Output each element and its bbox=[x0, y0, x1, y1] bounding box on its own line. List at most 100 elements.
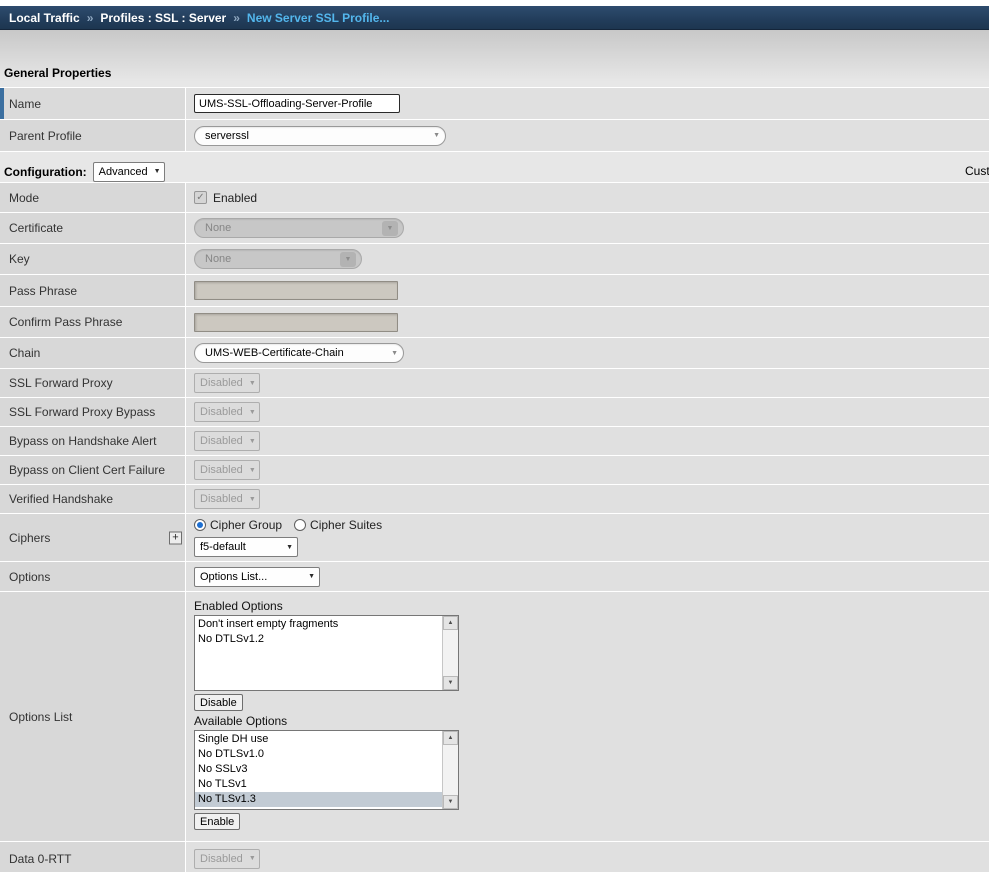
scroll-down-icon[interactable]: ▼ bbox=[443, 676, 458, 690]
available-options-items: Single DH useNo DTLSv1.0No SSLv3No TLSv1… bbox=[195, 731, 442, 809]
enabled-options-listbox[interactable]: Don't insert empty fragmentsNo DTLSv1.2 … bbox=[194, 615, 459, 691]
scroll-up-icon[interactable]: ▲ bbox=[443, 731, 458, 745]
bypass-on-client-cert-failure-select: Disabled ▼ bbox=[194, 460, 260, 480]
chevron-down-icon: ▼ bbox=[249, 496, 256, 503]
breadcrumb-separator: » bbox=[87, 11, 94, 25]
configuration-label: Configuration: bbox=[4, 165, 87, 179]
listbox-option[interactable]: No SSLv3 bbox=[195, 762, 442, 777]
options-cell: Options List... ▼ bbox=[186, 562, 989, 591]
bypass-on-handshake-alert-select: Disabled ▼ bbox=[194, 431, 260, 451]
chain-cell: UMS-WEB-Certificate-Chain ▼ bbox=[186, 338, 989, 368]
configuration-view-select[interactable]: Advanced ▼ bbox=[93, 162, 165, 182]
chain-select[interactable]: UMS-WEB-Certificate-Chain ▼ bbox=[194, 343, 404, 363]
name-cell bbox=[186, 88, 989, 119]
parent-profile-cell: serverssl ▼ bbox=[186, 120, 989, 151]
chevron-down-icon: ▼ bbox=[154, 168, 161, 175]
ssl-forward-proxy-value: Disabled bbox=[200, 377, 243, 389]
options-list-row: Options List Enabled Options Don't inser… bbox=[0, 592, 989, 842]
listbox-option[interactable]: Single DH use bbox=[195, 732, 442, 747]
ssl-forward-proxy-bypass-row: SSL Forward Proxy Bypass Disabled ▼ bbox=[0, 398, 989, 427]
ssl-forward-proxy-row: SSL Forward Proxy Disabled ▼ bbox=[0, 369, 989, 398]
mode-cell: ✓ Enabled bbox=[186, 183, 989, 212]
cipher-group-select[interactable]: f5-default ▼ bbox=[194, 537, 298, 557]
mode-label: Mode bbox=[9, 191, 39, 205]
check-icon: ✓ bbox=[196, 193, 204, 203]
listbox-option[interactable]: No TLSv1.3 bbox=[195, 792, 442, 807]
data-0rtt-cell: Disabled ▼ bbox=[186, 842, 989, 872]
chain-value: UMS-WEB-Certificate-Chain bbox=[205, 347, 344, 359]
cipher-group-radio[interactable] bbox=[194, 519, 206, 531]
configuration-table: Mode ✓ Enabled Certificate None ▼ bbox=[0, 182, 989, 872]
configuration-view-value: Advanced bbox=[99, 166, 148, 178]
key-cell: None ▼ bbox=[186, 244, 989, 274]
cipher-suites-radio[interactable] bbox=[294, 519, 306, 531]
bypass-on-client-cert-failure-row: Bypass on Client Cert Failure Disabled ▼ bbox=[0, 456, 989, 485]
chevron-down-icon: ▼ bbox=[391, 350, 398, 357]
listbox-option[interactable]: No DTLSv1.2 bbox=[195, 632, 442, 647]
verified-handshake-value: Disabled bbox=[200, 493, 243, 505]
enable-button[interactable]: Enable bbox=[194, 813, 240, 830]
chevron-down-icon: ▼ bbox=[382, 221, 398, 236]
options-select[interactable]: Options List... ▼ bbox=[194, 567, 320, 587]
bypass-on-handshake-alert-cell: Disabled ▼ bbox=[186, 427, 989, 455]
breadcrumb: Local Traffic » Profiles : SSL : Server … bbox=[0, 6, 989, 30]
breadcrumb-separator: » bbox=[233, 11, 240, 25]
name-input[interactable] bbox=[194, 94, 400, 113]
confirm-pass-phrase-row: Confirm Pass Phrase bbox=[0, 307, 989, 338]
mode-row: Mode ✓ Enabled bbox=[0, 183, 989, 213]
certificate-value: None bbox=[205, 222, 231, 234]
available-options-title: Available Options bbox=[194, 714, 287, 728]
chevron-down-icon: ▼ bbox=[249, 380, 256, 387]
name-label: Name bbox=[9, 97, 41, 111]
listbox-option[interactable]: Don't insert empty fragments bbox=[195, 617, 442, 632]
scroll-up-icon[interactable]: ▲ bbox=[443, 616, 458, 630]
bypass-on-client-cert-failure-value: Disabled bbox=[200, 464, 243, 476]
certificate-select: None ▼ bbox=[194, 218, 404, 238]
custom-column-header: Custom bbox=[965, 164, 989, 178]
parent-profile-select[interactable]: serverssl ▼ bbox=[194, 126, 446, 146]
certificate-label: Certificate bbox=[9, 221, 63, 235]
mode-label-cell: Mode bbox=[0, 183, 186, 212]
parent-profile-row: Parent Profile serverssl ▼ bbox=[0, 120, 989, 152]
chevron-down-icon: ▼ bbox=[249, 467, 256, 474]
confirm-pass-phrase-cell bbox=[186, 307, 989, 337]
options-label: Options bbox=[9, 570, 50, 584]
options-value: Options List... bbox=[200, 571, 267, 583]
mode-checkbox-label: Enabled bbox=[213, 191, 257, 205]
bypass-on-handshake-alert-label: Bypass on Handshake Alert bbox=[9, 434, 156, 448]
scroll-down-icon[interactable]: ▼ bbox=[443, 795, 458, 809]
chevron-down-icon: ▼ bbox=[286, 544, 293, 551]
chevron-down-icon: ▼ bbox=[433, 132, 440, 139]
ciphers-label-cell: Ciphers + bbox=[0, 514, 186, 561]
pass-phrase-row: Pass Phrase bbox=[0, 275, 989, 307]
confirm-pass-phrase-label-cell: Confirm Pass Phrase bbox=[0, 307, 186, 337]
chevron-down-icon: ▼ bbox=[249, 409, 256, 416]
ssl-forward-proxy-cell: Disabled ▼ bbox=[186, 369, 989, 397]
verified-handshake-cell: Disabled ▼ bbox=[186, 485, 989, 513]
listbox-option[interactable]: No TLSv1 bbox=[195, 777, 442, 792]
breadcrumb-item-profiles-ssl-server[interactable]: Profiles : SSL : Server bbox=[100, 11, 226, 25]
name-label-cell: Name bbox=[0, 88, 186, 119]
listbox-scrollbar[interactable]: ▲ ▼ bbox=[442, 616, 458, 690]
key-value: None bbox=[205, 253, 231, 265]
chevron-down-icon: ▼ bbox=[249, 855, 256, 862]
bypass-on-handshake-alert-row: Bypass on Handshake Alert Disabled ▼ bbox=[0, 427, 989, 456]
data-0rtt-value: Disabled bbox=[200, 853, 243, 865]
certificate-label-cell: Certificate bbox=[0, 213, 186, 243]
chain-label-cell: Chain bbox=[0, 338, 186, 368]
data-0rtt-select: Disabled ▼ bbox=[194, 849, 260, 869]
pass-phrase-input bbox=[194, 281, 398, 300]
ciphers-expand-button[interactable]: + bbox=[169, 531, 182, 544]
verified-handshake-label-cell: Verified Handshake bbox=[0, 485, 186, 513]
ssl-forward-proxy-label: SSL Forward Proxy bbox=[9, 376, 113, 390]
disable-button[interactable]: Disable bbox=[194, 694, 243, 711]
bypass-on-handshake-alert-value: Disabled bbox=[200, 435, 243, 447]
available-options-listbox[interactable]: Single DH useNo DTLSv1.0No SSLv3No TLSv1… bbox=[194, 730, 459, 810]
verified-handshake-select: Disabled ▼ bbox=[194, 489, 260, 509]
listbox-scrollbar[interactable]: ▲ ▼ bbox=[442, 731, 458, 809]
data-0rtt-row: Data 0-RTT Disabled ▼ bbox=[0, 842, 989, 872]
listbox-option[interactable]: No DTLSv1.0 bbox=[195, 747, 442, 762]
breadcrumb-item-local-traffic[interactable]: Local Traffic bbox=[9, 11, 80, 25]
key-select: None ▼ bbox=[194, 249, 362, 269]
chevron-down-icon: ▼ bbox=[340, 252, 356, 267]
